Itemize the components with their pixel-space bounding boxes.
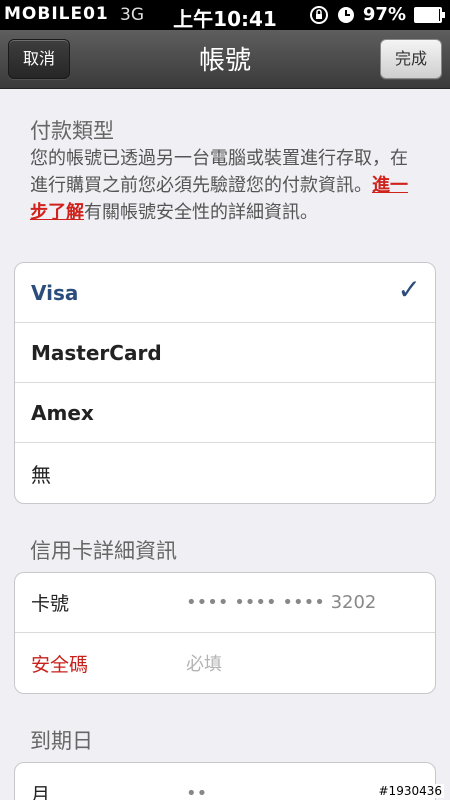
option-label: Amex: [31, 400, 94, 425]
month-label: 月: [31, 783, 51, 800]
expiry-heading: 到期日: [30, 729, 93, 753]
month-value[interactable]: ••: [186, 783, 207, 800]
security-code-row[interactable]: 安全碼 必填: [15, 633, 435, 693]
payment-option-amex[interactable]: Amex: [15, 383, 435, 443]
rotation-lock-icon: [309, 5, 328, 24]
card-details-group: 卡號 •••• •••• •••• 3202 安全碼 必填: [14, 572, 436, 694]
option-label: 無: [31, 462, 51, 487]
card-number-row[interactable]: 卡號 •••• •••• •••• 3202: [15, 573, 435, 633]
checkmark-icon: ✓: [397, 273, 421, 306]
description-text-end: 有關帳號安全性的詳細資訊。: [84, 202, 318, 223]
card-number-value[interactable]: •••• •••• •••• 3202: [186, 592, 376, 613]
month-row[interactable]: 月 ••: [15, 763, 435, 800]
payment-type-list: Visa ✓ MasterCard Amex 無: [14, 262, 436, 504]
description-text: 您的帳號已透過另一台電腦或裝置進行存取，在進行購買之前您必須先驗證您的付款資訊。: [30, 148, 408, 196]
security-code-label: 安全碼: [31, 653, 89, 676]
payment-option-none[interactable]: 無: [15, 443, 435, 503]
security-code-input[interactable]: 必填: [186, 650, 222, 676]
payment-type-heading: 付款類型: [30, 119, 114, 143]
expiry-group: 月 ••: [14, 762, 436, 800]
option-label: MasterCard: [31, 340, 162, 365]
photo-id-tag: #1930436: [376, 784, 444, 798]
status-right: 97%: [309, 4, 445, 25]
battery-fill: [416, 8, 440, 21]
alarm-clock-icon: [337, 6, 354, 23]
done-button[interactable]: 完成: [379, 39, 442, 79]
card-number-label: 卡號: [31, 593, 70, 615]
payment-option-visa[interactable]: Visa ✓: [15, 263, 435, 323]
battery-icon: [414, 6, 445, 23]
settings-content[interactable]: 付款類型 您的帳號已透過另一台電腦或裝置進行存取，在進行購買之前您必須先驗證您的…: [0, 89, 450, 800]
navigation-bar: 取消 帳號 完成: [0, 30, 450, 89]
payment-option-mastercard[interactable]: MasterCard: [15, 323, 435, 383]
battery-percent: 97%: [362, 4, 406, 25]
card-details-heading: 信用卡詳細資訊: [30, 539, 177, 563]
status-bar: MOBILE01 3G 上午10:41 97%: [0, 0, 450, 31]
option-label: Visa: [31, 280, 79, 305]
payment-description: 您的帳號已透過另一台電腦或裝置進行存取，在進行購買之前您必須先驗證您的付款資訊。…: [30, 145, 425, 226]
